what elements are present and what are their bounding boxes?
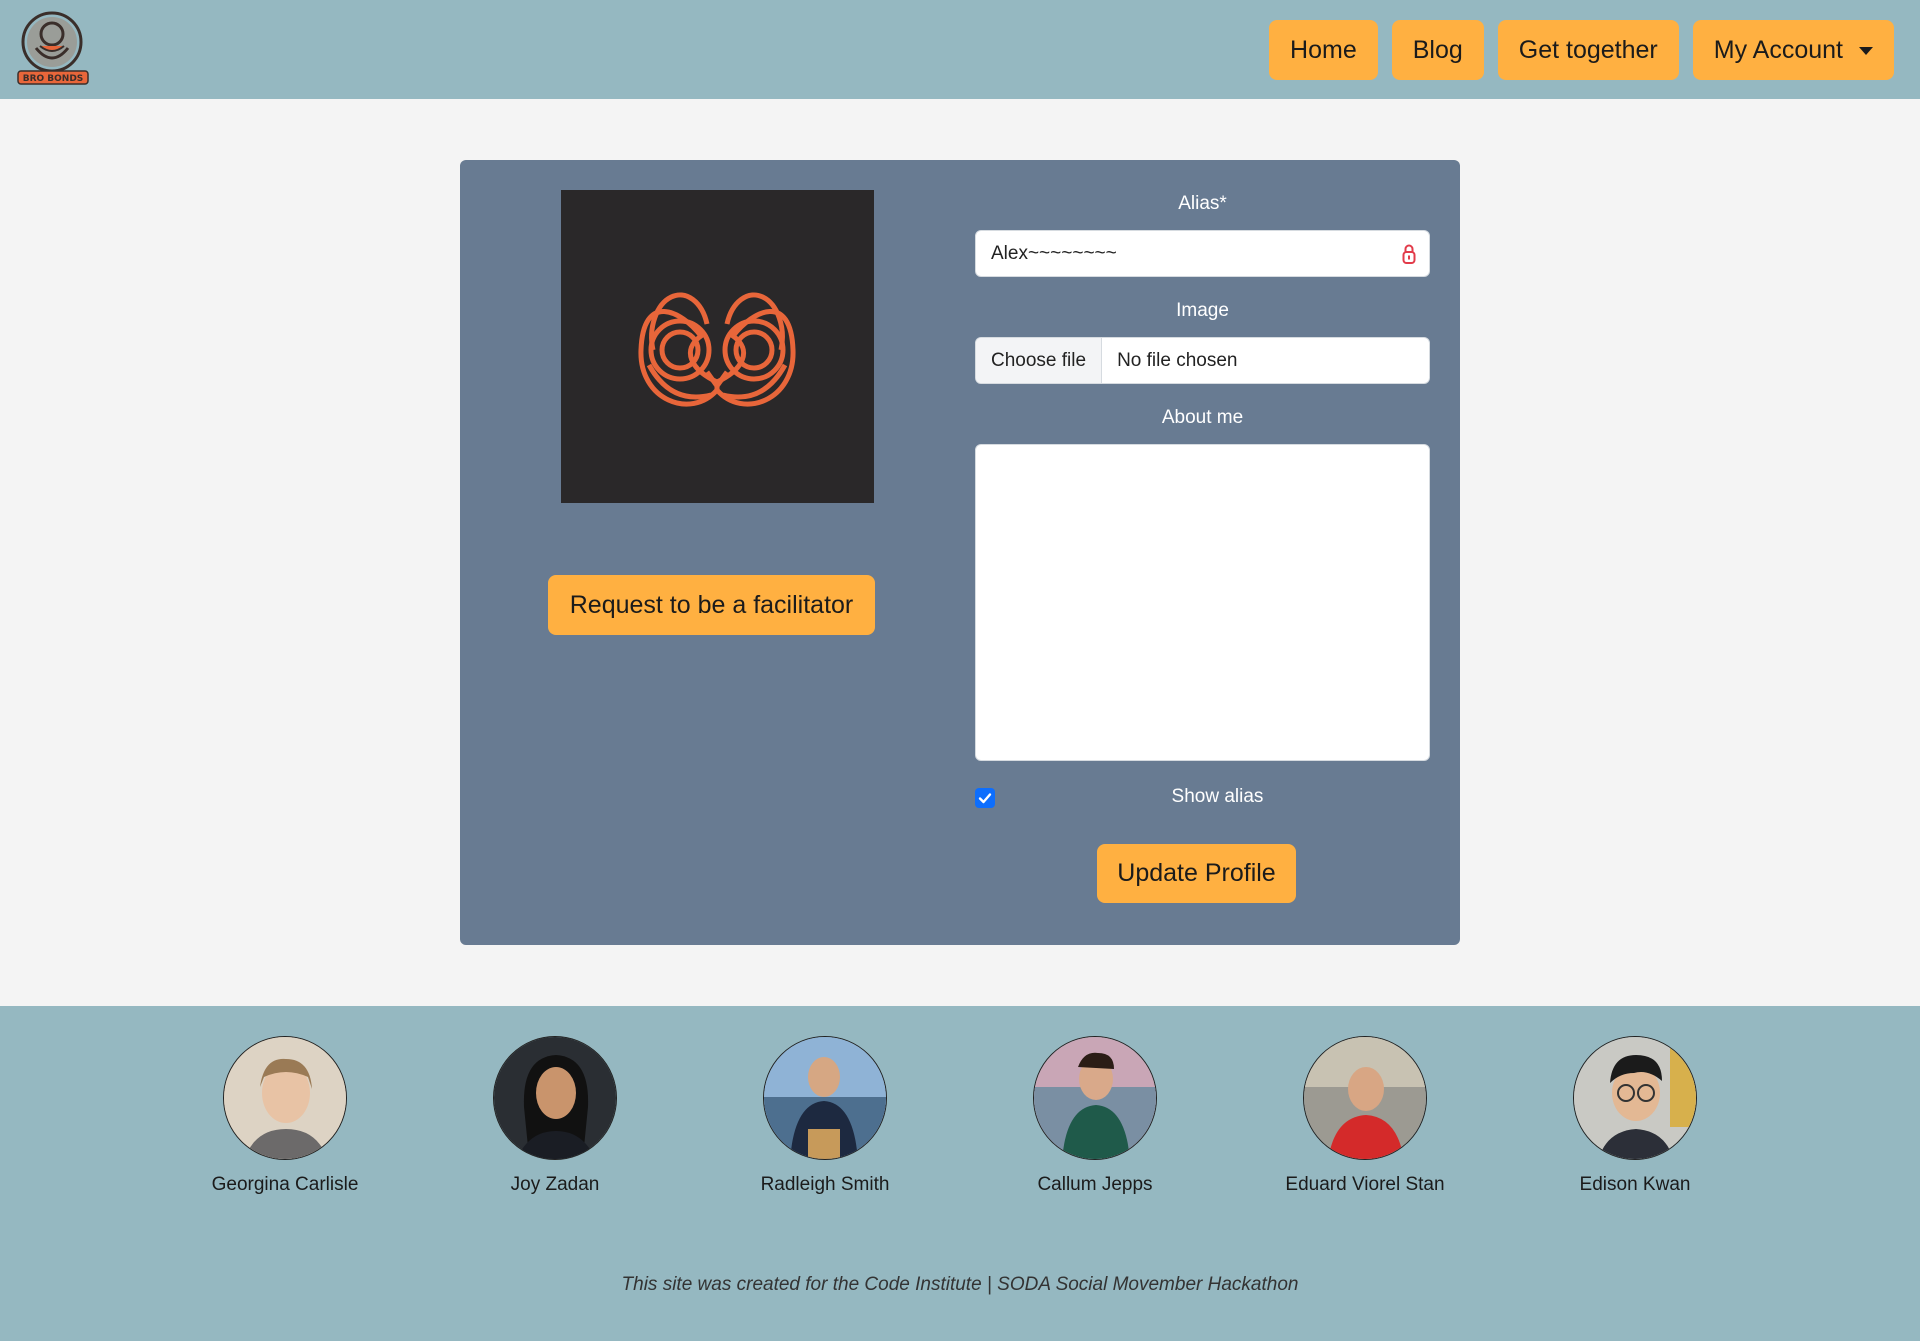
password-manager-lock-icon[interactable] xyxy=(1401,243,1417,265)
my-account-label: My Account xyxy=(1713,35,1843,64)
about-me-label: About me xyxy=(1161,407,1244,428)
avatar[interactable] xyxy=(763,1036,887,1160)
avatar[interactable] xyxy=(493,1036,617,1160)
image-file-input[interactable]: Choose file No file chosen xyxy=(975,337,1430,384)
member-name: Eduard Viorel Stan xyxy=(1285,1174,1445,1195)
about-me-textarea[interactable] xyxy=(975,444,1430,761)
member-name: Edison Kwan xyxy=(1579,1174,1691,1195)
profile-card: Request to be a facilitator Alias* Image… xyxy=(460,160,1460,945)
alias-field xyxy=(975,230,1430,277)
avatar[interactable] xyxy=(1573,1036,1697,1160)
nav-menu: Home Blog Get together My Account xyxy=(1269,20,1894,80)
infinity-owl-logo-icon xyxy=(638,292,796,407)
nav-blog-button[interactable]: Blog xyxy=(1391,20,1484,80)
show-alias-row: Show alias xyxy=(975,786,1430,810)
member-name: Radleigh Smith xyxy=(760,1174,890,1195)
alias-input[interactable] xyxy=(976,231,1429,276)
chevron-down-icon xyxy=(1859,47,1873,55)
avatar[interactable] xyxy=(223,1036,347,1160)
footer: Georgina Carlisle Joy Zadan Radleigh Smi… xyxy=(0,1006,1920,1341)
member-name: Callum Jepps xyxy=(1037,1174,1153,1195)
member-name: Georgina Carlisle xyxy=(211,1174,359,1195)
footer-credit-text: This site was created for the Code Insti… xyxy=(621,1274,1299,1295)
member-name: Joy Zadan xyxy=(510,1174,600,1195)
alias-label: Alias* xyxy=(1178,193,1227,214)
avatar[interactable] xyxy=(1303,1036,1427,1160)
nav-get-together-button[interactable]: Get together xyxy=(1497,20,1679,80)
brand-logo-text: BRO BONDS xyxy=(23,74,84,84)
nav-home-button[interactable]: Home xyxy=(1269,20,1378,80)
nav-my-account-dropdown[interactable]: My Account xyxy=(1692,20,1894,80)
show-alias-label: Show alias xyxy=(1171,786,1264,807)
file-status-text: No file chosen xyxy=(1117,349,1238,371)
image-label: Image xyxy=(1176,300,1229,321)
update-profile-button[interactable]: Update Profile xyxy=(1097,844,1296,903)
request-facilitator-button[interactable]: Request to be a facilitator xyxy=(548,575,875,635)
brand-logo[interactable]: BRO BONDS xyxy=(16,8,92,88)
choose-file-button[interactable]: Choose file xyxy=(976,338,1103,383)
profile-image xyxy=(561,190,874,503)
avatar[interactable] xyxy=(1033,1036,1157,1160)
navbar: BRO BONDS Home Blog Get together My Acco… xyxy=(0,0,1920,99)
